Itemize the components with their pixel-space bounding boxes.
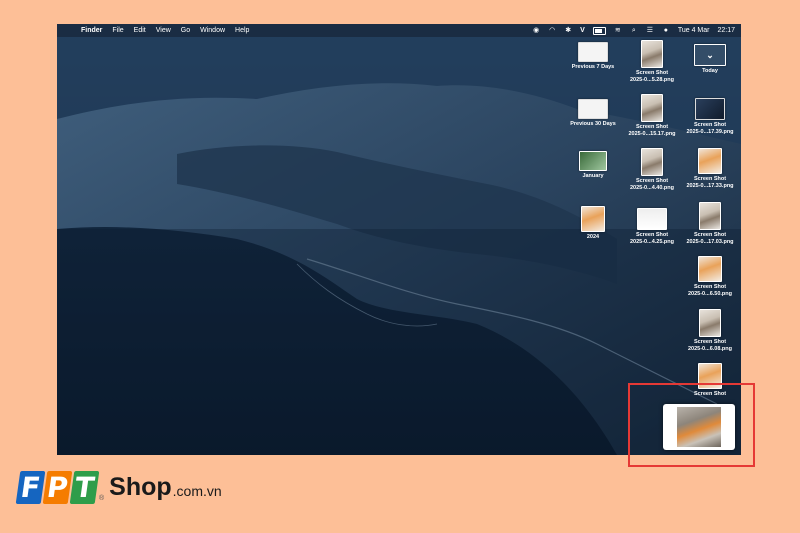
stack-thumbnail	[581, 206, 605, 232]
file-thumbnail	[698, 148, 722, 174]
control-center-icon[interactable]: ☰	[646, 27, 654, 35]
screenshot-file[interactable]: Screen Shot 2025-0...15.17.png	[622, 94, 682, 138]
menu-go[interactable]: Go	[181, 27, 190, 34]
desktop-item-label: January	[582, 173, 604, 179]
desktop-item-sublabel: 2025-0...6.08.png	[687, 346, 733, 352]
stack-thumbnail	[579, 151, 607, 171]
desktop-item-sublabel: 2025-0...5.28.png	[629, 77, 675, 83]
desktop-item-label: Screen Shot	[693, 339, 727, 345]
apple-menu-icon[interactable]	[63, 27, 71, 35]
screenshot-file[interactable]: Screen Shot 2025-0...4.40.png	[622, 148, 682, 192]
file-thumbnail	[641, 148, 663, 176]
desktop-item-label: Screen Shot	[635, 232, 669, 238]
desktop-item-sublabel: 2025-0...6.50.png	[687, 291, 733, 297]
stack-previous-7-days[interactable]: Previous 7 Days	[563, 41, 623, 71]
desktop-item-sublabel: 2025-0...17.33.png	[686, 183, 734, 189]
menubar-date[interactable]: Tue 4 Mar	[678, 27, 710, 34]
menu-view[interactable]: View	[156, 27, 171, 34]
highlight-box	[628, 383, 755, 467]
menu-window[interactable]: Window	[200, 27, 225, 34]
headphones-icon[interactable]: ◠	[548, 27, 556, 35]
file-thumbnail	[641, 94, 663, 122]
status-app-icon[interactable]: ◉	[532, 27, 540, 35]
desktop-item-sublabel: 2025-0...15.17.png	[628, 131, 676, 137]
file-thumbnail	[698, 256, 722, 282]
folder-icon: ⌄	[694, 44, 726, 66]
desktop-item-label: Screen Shot	[693, 176, 727, 182]
desktop-item-label: 2024	[586, 234, 600, 240]
screenshot-file[interactable]: Screen Shot 2025-0...6.08.png	[680, 309, 740, 353]
menu-edit[interactable]: Edit	[134, 27, 146, 34]
file-thumbnail	[695, 98, 725, 120]
vpn-icon[interactable]: V	[580, 27, 585, 34]
screenshot-file[interactable]: Screen Shot 2025-0...17.39.png	[680, 98, 740, 136]
menu-file[interactable]: File	[112, 27, 123, 34]
menu-finder[interactable]: Finder	[81, 27, 102, 34]
desktop-item-sublabel: 2025-0...4.25.png	[629, 239, 675, 245]
desktop-item-sublabel: 2025-0...4.40.png	[629, 185, 675, 191]
desktop-item-sublabel: 2025-0...17.03.png	[686, 239, 734, 245]
file-thumbnail	[699, 202, 721, 230]
screenshot-file[interactable]: Screen Shot 2025-0...6.50.png	[680, 256, 740, 298]
folder-today[interactable]: ⌄ Today	[680, 44, 740, 75]
desktop-item-sublabel: 2025-0...17.39.png	[686, 129, 734, 135]
desktop-item-label: Previous 7 Days	[571, 64, 615, 70]
menu-bar: Finder File Edit View Go Window Help ◉ ◠…	[57, 24, 741, 37]
siri-icon[interactable]: ●	[662, 27, 670, 35]
logo-domain-text: .com.vn	[172, 482, 222, 499]
desktop-item-label: Screen Shot	[693, 284, 727, 290]
desktop-item-label: Screen Shot	[635, 124, 669, 130]
fpt-shop-logo: F P T ® Shop .com.vn	[15, 471, 222, 504]
battery-icon[interactable]	[592, 26, 606, 35]
desktop-item-label: Screen Shot	[693, 122, 727, 128]
file-thumbnail	[699, 309, 721, 337]
stack-thumbnail	[576, 41, 608, 62]
wifi-icon[interactable]: ≋	[614, 27, 622, 35]
logo-letter-f: F	[15, 471, 46, 504]
desktop-item-label: Screen Shot	[693, 232, 727, 238]
desktop-item-label: Screen Shot	[635, 70, 669, 76]
desktop-item-label: Screen Shot	[635, 178, 669, 184]
menu-help[interactable]: Help	[235, 27, 249, 34]
bluetooth-icon[interactable]: ✱	[564, 27, 572, 35]
screenshot-file[interactable]: Screen Shot 2025-0...4.25.png	[622, 208, 682, 246]
screenshot-file[interactable]: Screen Shot 2025-0...5.28.png	[622, 40, 682, 84]
screenshot-file[interactable]: Screen Shot 2025-0...17.03.png	[680, 202, 740, 246]
screenshot-file[interactable]: Screen Shot 2025-0...17.33.png	[680, 148, 740, 190]
logo-letter-p: P	[42, 471, 73, 504]
stack-thumbnail	[576, 98, 608, 119]
desktop-item-label: Today	[702, 68, 718, 74]
desktop-item-label: Previous 30 Days	[570, 121, 616, 127]
menubar-time[interactable]: 22:17	[717, 27, 735, 34]
stack-january[interactable]: January	[563, 151, 623, 180]
logo-shop-text: Shop	[109, 473, 172, 501]
file-thumbnail	[641, 40, 663, 68]
logo-letter-t: T	[69, 471, 100, 504]
file-thumbnail	[637, 208, 667, 230]
search-icon[interactable]: ⌕	[630, 27, 638, 35]
logo-registered-mark: ®	[99, 495, 105, 502]
stack-previous-30-days[interactable]: Previous 30 Days	[563, 98, 623, 128]
stack-2024[interactable]: 2024	[563, 206, 623, 241]
